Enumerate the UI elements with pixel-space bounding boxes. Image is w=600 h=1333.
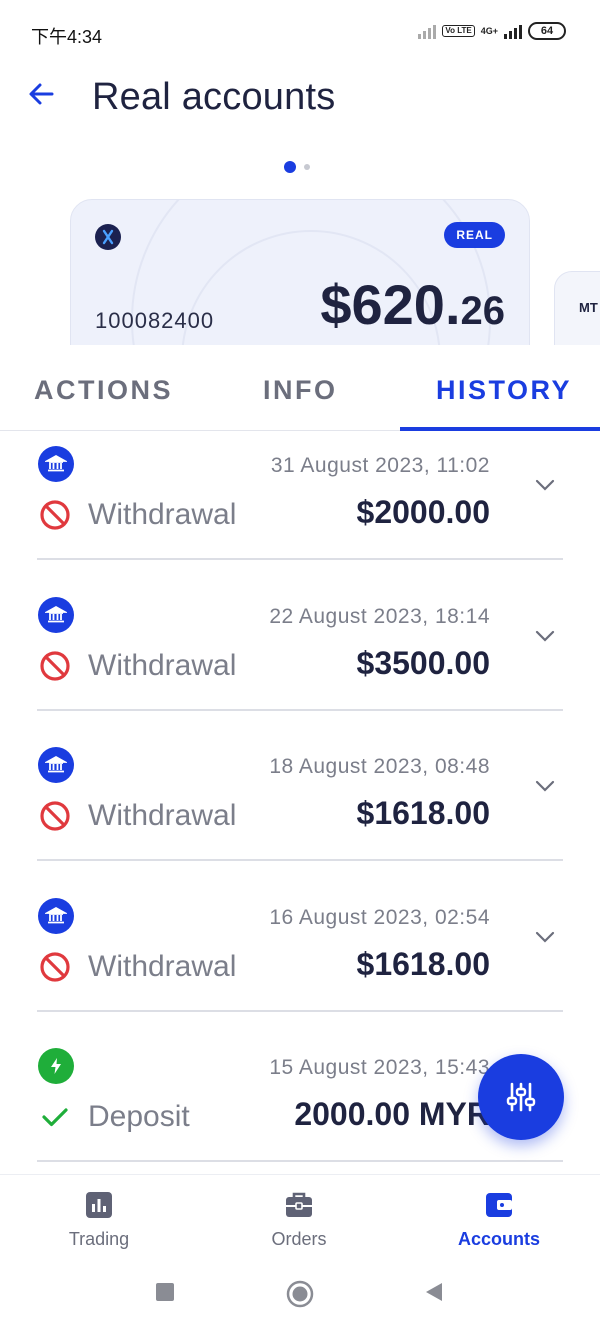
network-label: 4G+ [480,26,498,36]
recents-button[interactable] [155,1282,175,1307]
carousel-pager [284,161,310,173]
transaction-type: Withdrawal [88,950,237,983]
triangle-back-icon [426,1283,442,1301]
wallet-icon [486,1193,512,1217]
transaction-amount: $2000.00 [356,494,490,530]
status-bar: 下午4:34 Vo LTE 4G+ 64 [0,0,600,62]
transaction-type: Withdrawal [88,799,237,832]
transaction-amount: 2000.00 MYR [294,1096,490,1132]
transaction-date: 16 August 2023, 02:54 [269,906,490,929]
divider [37,859,563,861]
next-account-card[interactable]: MT [554,271,600,345]
divider [37,558,563,560]
active-tab-indicator [400,427,600,431]
prohibited-icon [40,500,70,530]
status-time: 下午4:34 [31,27,103,47]
nav-label: Accounts [457,1229,540,1249]
transaction-date: 15 August 2023, 15:43 [269,1056,490,1079]
transaction-date: 22 August 2023, 18:14 [269,605,490,628]
tab-bar: ACTIONS INFO HISTORY [0,345,600,431]
home-button[interactable] [286,1280,314,1313]
arrow-left-icon [29,83,54,105]
nav-label: Trading [68,1229,130,1249]
broker-logo-icon [95,224,121,250]
filter-button[interactable] [478,1054,564,1140]
transaction-type: Withdrawal [88,498,237,531]
chevron-down-icon[interactable] [532,472,558,498]
divider [37,1160,563,1162]
tab-history[interactable]: HISTORY [436,375,572,406]
divider [37,709,563,711]
bank-icon [38,446,74,482]
battery-icon: 64 [528,22,566,40]
bank-icon [38,597,74,633]
system-nav-bar [0,1260,600,1333]
history-item[interactable]: Withdrawal 16 August 2023, 02:54 $1618.0… [0,884,600,1034]
back-nav-button[interactable] [424,1282,444,1307]
account-carousel[interactable]: REAL 100082400 $620.26 MT [0,195,600,345]
signal-strong-icon [504,23,522,39]
balance-main: $620. [320,273,461,336]
transaction-type: Deposit [88,1100,190,1133]
nav-label: Orders [271,1229,327,1249]
page-title: Real accounts [92,76,336,118]
tab-info[interactable]: INFO [263,375,338,406]
tab-actions[interactable]: ACTIONS [34,375,173,406]
transaction-amount: $1618.00 [356,946,490,982]
prohibited-icon [40,651,70,681]
nav-orders[interactable]: Orders [229,1189,369,1250]
divider [37,1010,563,1012]
chevron-down-icon[interactable] [532,623,558,649]
circle-icon [286,1280,314,1308]
transaction-date: 18 August 2023, 08:48 [269,755,490,778]
briefcase-icon [286,1192,312,1217]
bottom-nav: Trading Orders Accounts [0,1174,600,1260]
transaction-amount: $3500.00 [356,645,490,681]
pager-dot[interactable] [304,164,310,170]
back-button[interactable] [24,76,60,112]
nav-accounts[interactable]: Accounts [429,1189,569,1250]
chevron-down-icon[interactable] [532,773,558,799]
transaction-date: 31 August 2023, 11:02 [270,454,490,477]
balance-cents: 26 [460,289,506,333]
account-type-badge: REAL [444,222,505,248]
pager-dot-active[interactable] [284,161,296,173]
next-card-label: MT [579,300,598,315]
prohibited-icon [40,801,70,831]
square-icon [156,1283,174,1301]
account-balance: $620.26 [320,272,505,337]
bar-chart-icon [86,1192,112,1218]
status-icons: Vo LTE 4G+ 64 [418,22,566,40]
volte-icon: Vo LTE [442,25,475,37]
bank-icon [38,898,74,934]
account-card[interactable]: REAL 100082400 $620.26 [70,199,530,345]
bank-icon [38,747,74,783]
history-item[interactable]: Withdrawal 22 August 2023, 18:14 $3500.0… [0,583,600,733]
chevron-down-icon[interactable] [532,924,558,950]
history-item[interactable]: Withdrawal 31 August 2023, 11:02 $2000.0… [0,432,600,582]
transaction-amount: $1618.00 [356,795,490,831]
history-item[interactable]: Withdrawal 18 August 2023, 08:48 $1618.0… [0,733,600,883]
signal-icon [418,23,437,39]
sliders-icon [506,1082,536,1112]
prohibited-icon [40,952,70,982]
nav-trading[interactable]: Trading [29,1189,169,1250]
checkmark-icon [42,1108,68,1127]
lightning-icon [38,1048,74,1084]
transaction-type: Withdrawal [88,649,237,682]
account-number: 100082400 [95,308,215,333]
